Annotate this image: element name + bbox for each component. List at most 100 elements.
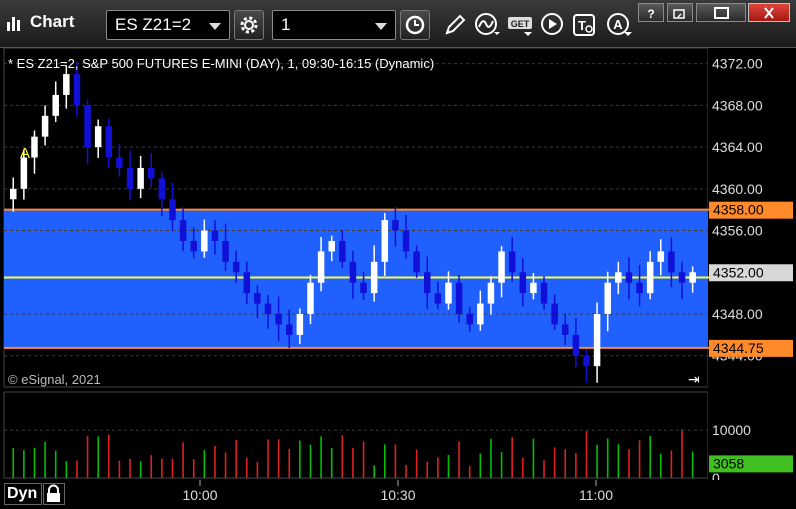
candle-body	[137, 167, 144, 189]
candle-body	[179, 220, 187, 241]
y-tick-label: 4372.00	[712, 56, 763, 72]
play-replay-icon[interactable]	[540, 12, 566, 38]
candle-body	[307, 282, 314, 314]
close-icon[interactable]	[754, 7, 784, 20]
get-data-icon[interactable]: GET	[507, 12, 535, 38]
candle-body	[84, 105, 91, 148]
candle-body	[455, 282, 463, 314]
studies-button[interactable]	[472, 10, 502, 40]
study-wave-icon[interactable]	[474, 12, 502, 38]
candle-body	[73, 74, 81, 106]
candle-body	[360, 282, 367, 294]
price-chart[interactable]: 4372.00 4368.00 4364.00 4360.00 4356.00 4348.…	[0, 48, 796, 508]
candle-body	[392, 220, 399, 231]
candle-body	[105, 126, 113, 158]
candle-body	[264, 303, 272, 314]
candle-body	[445, 282, 452, 304]
candle-body	[31, 136, 38, 158]
svg-text:GET: GET	[511, 19, 530, 29]
candle-body	[657, 251, 665, 262]
candle-body	[381, 220, 389, 262]
y-tick-label: 4364.00	[712, 139, 763, 155]
candle-body	[615, 272, 622, 283]
text-tool-button[interactable]: T	[570, 10, 600, 40]
candle-body	[530, 282, 537, 294]
maximize-button[interactable]	[696, 3, 746, 22]
candle-body	[466, 313, 473, 325]
copyright-text: © eSignal, 2021	[8, 372, 101, 387]
chart-app-icon	[7, 17, 20, 31]
maximize-icon[interactable]	[702, 7, 742, 20]
candle-body	[211, 230, 219, 241]
candle-body	[668, 251, 675, 273]
candle-body	[169, 199, 176, 221]
candle-body	[498, 251, 505, 283]
time-template-button[interactable]	[400, 10, 430, 40]
dynamic-button[interactable]: Dyn	[4, 483, 42, 505]
y-tick-label: 4348.00	[712, 306, 763, 322]
candle-body	[148, 167, 155, 179]
candle-body	[254, 293, 261, 304]
close-button[interactable]	[748, 3, 790, 22]
last-price-label: 4352.00	[713, 264, 764, 280]
marker-label: A	[20, 145, 30, 162]
scroll-to-end-icon[interactable]: ⇥	[688, 371, 700, 387]
candle-body	[593, 313, 601, 367]
candle-body	[158, 178, 166, 200]
app-title: Chart	[30, 12, 75, 31]
candle-body	[201, 230, 208, 252]
pencil-draw-icon[interactable]	[442, 12, 468, 38]
symbol-combo[interactable]: ES Z21=2	[106, 10, 230, 40]
settings-gear-icon[interactable]	[238, 14, 260, 36]
zone-top-label: 4358.00	[713, 202, 764, 218]
chevron-down-icon[interactable]	[375, 23, 387, 30]
svg-text:?: ?	[647, 7, 654, 20]
restore-button[interactable]	[667, 3, 693, 22]
candle-body	[63, 74, 70, 95]
replay-button[interactable]	[538, 10, 568, 40]
alerts-button[interactable]: A	[604, 10, 634, 40]
candle-body	[126, 167, 134, 189]
draw-tools-button[interactable]	[440, 10, 470, 40]
candle-body	[52, 94, 59, 116]
candle-body	[339, 240, 346, 262]
candle-body	[190, 240, 197, 252]
candle-body	[370, 261, 378, 294]
candle-body	[402, 230, 410, 252]
candle-body	[94, 126, 102, 148]
volume-pane[interactable]	[3, 391, 709, 479]
alert-icon[interactable]: A	[606, 12, 634, 38]
chevron-down-icon[interactable]	[209, 23, 221, 30]
svg-text:A: A	[613, 17, 623, 32]
get-data-button[interactable]: GET	[505, 10, 535, 40]
volume-tick-label: 10000	[712, 422, 751, 438]
candle-body	[572, 334, 580, 356]
candle-body	[434, 293, 442, 304]
candle-body	[540, 282, 548, 304]
symbol-value[interactable]: ES Z21=2	[115, 15, 191, 34]
restore-icon[interactable]	[673, 7, 687, 20]
lock-button[interactable]	[43, 483, 65, 505]
candle-body	[317, 251, 325, 283]
help-button[interactable]: ?	[638, 3, 664, 22]
interval-combo[interactable]: 1	[272, 10, 396, 40]
clock-icon[interactable]	[404, 14, 426, 36]
candle-body	[286, 324, 293, 335]
candle-body	[604, 282, 611, 314]
candle-body	[20, 157, 28, 189]
last-volume-label: 3058	[713, 455, 744, 471]
candle-body	[625, 272, 633, 283]
svg-text:T: T	[578, 18, 586, 33]
chart-settings-button[interactable]	[234, 10, 264, 40]
lock-icon[interactable]	[44, 484, 64, 504]
candle-body	[583, 355, 590, 367]
candle-body	[232, 261, 240, 273]
text-tool-icon[interactable]: T	[572, 12, 598, 38]
help-question-icon[interactable]: ?	[644, 7, 658, 20]
candle-body	[519, 272, 527, 294]
candle-body	[275, 313, 282, 325]
interval-value[interactable]: 1	[281, 15, 290, 34]
candle-body	[689, 272, 696, 283]
candle-body	[678, 272, 686, 283]
candle-body	[328, 240, 335, 252]
